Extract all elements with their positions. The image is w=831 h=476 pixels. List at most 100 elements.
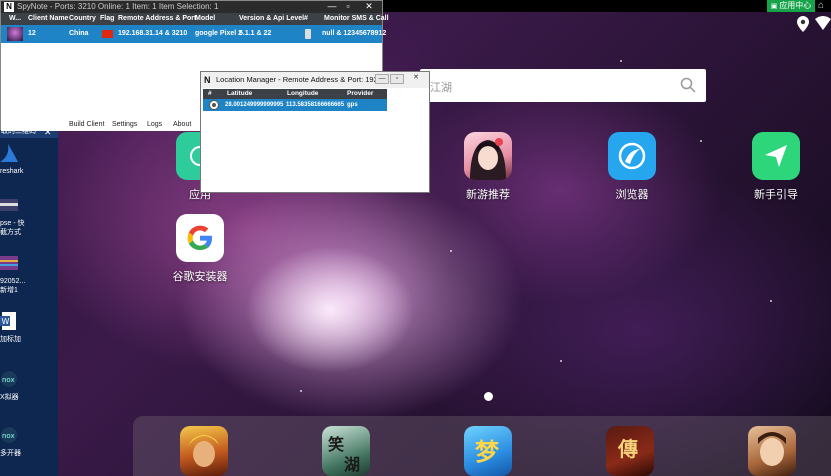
app-tile bbox=[176, 214, 224, 262]
column-header[interactable]: Country bbox=[69, 13, 96, 25]
close-button[interactable]: ✕ bbox=[409, 74, 423, 84]
maximize-button[interactable]: ▫ bbox=[340, 1, 356, 13]
star bbox=[620, 60, 622, 62]
column-header[interactable]: Provider bbox=[347, 89, 373, 99]
desktop-shortcut[interactable]: nox 多开器 bbox=[0, 426, 58, 458]
column-header[interactable]: # bbox=[304, 13, 308, 25]
menu-settings[interactable]: Settings bbox=[112, 119, 137, 131]
app-label: 浏览器 bbox=[615, 189, 649, 201]
menu-about[interactable]: About bbox=[173, 119, 191, 131]
status-bar bbox=[383, 0, 831, 12]
window-titlebar[interactable]: N SpyNote - Ports: 3210 Online: 1 Item: … bbox=[1, 1, 382, 13]
app-google-installer[interactable]: 谷歌安装器 bbox=[163, 214, 237, 284]
desktop-shortcut[interactable]: 92052... 新增1 bbox=[0, 254, 58, 295]
search-input[interactable]: 江湖 bbox=[430, 79, 452, 95]
browser-icon bbox=[618, 142, 646, 170]
app-label: 谷歌安装器 bbox=[172, 271, 228, 283]
column-header[interactable]: # bbox=[208, 89, 212, 99]
table-header: # Latitude Longitude Provider bbox=[203, 89, 387, 99]
dock-app-game-5[interactable] bbox=[748, 426, 796, 476]
dock-app-game-4[interactable]: 傳 bbox=[606, 426, 654, 476]
star bbox=[300, 390, 302, 392]
legend-logo-icon: 傳 bbox=[617, 437, 638, 461]
wallpaper-thumbnail bbox=[7, 27, 23, 41]
star bbox=[450, 250, 452, 252]
desktop-shortcut[interactable]: pse - 快 截方式 bbox=[0, 196, 58, 237]
game-girl-icon bbox=[470, 138, 506, 180]
dock-app-game-2[interactable]: 笑 湖 bbox=[322, 426, 370, 476]
shortcut-label: 92052... 新增1 bbox=[0, 278, 26, 294]
archive-icon bbox=[0, 256, 18, 270]
spynote-logo-icon: N bbox=[204, 75, 211, 85]
longitude-cell: 113.58358166666665 bbox=[286, 102, 345, 108]
table-header: W... Client Name Country Flag Remote Add… bbox=[1, 13, 389, 25]
column-header[interactable]: Model bbox=[195, 13, 215, 25]
shortcut-label: pse - 快 截方式 bbox=[0, 220, 25, 236]
app-center-icon: ▣ bbox=[770, 3, 778, 10]
shortcut-label: X拟器 bbox=[0, 394, 19, 401]
google-g-icon bbox=[187, 225, 212, 250]
china-flag-icon bbox=[102, 30, 113, 38]
app-beginner-guide[interactable]: 新手引导 bbox=[739, 132, 813, 202]
minimize-button[interactable]: — bbox=[375, 74, 389, 84]
svg-text:nox: nox bbox=[2, 432, 15, 440]
desktop-shortcut[interactable]: reshark bbox=[0, 144, 58, 176]
column-header[interactable]: Client Name bbox=[28, 13, 68, 25]
monitor-cell: null & 12345678912 bbox=[322, 30, 387, 37]
menu-build-client[interactable]: Build Client bbox=[69, 119, 104, 131]
shortcut-label: reshark bbox=[0, 168, 24, 175]
window-title: SpyNote - Ports: 3210 Online: 1 Item: 1 … bbox=[17, 2, 219, 11]
close-button[interactable]: ✕ bbox=[356, 1, 382, 13]
column-header[interactable]: Monitor SMS & Call bbox=[324, 13, 389, 25]
dock-app-game-3[interactable]: 梦 bbox=[464, 426, 512, 476]
desktop-shortcut[interactable]: W 加标加 bbox=[0, 312, 58, 344]
table-row[interactable]: 28.001249999999995 113.58358166666665 gp… bbox=[203, 99, 387, 111]
dream-logo-icon: 梦 bbox=[475, 438, 500, 466]
shortcut-label: 加标加 bbox=[0, 336, 21, 343]
star bbox=[770, 300, 772, 302]
column-header[interactable]: Remote Address & Port bbox=[118, 13, 196, 25]
table-row[interactable]: 12 China 192.168.31.14 & 3210 google Pix… bbox=[1, 25, 386, 43]
svg-text:梦: 梦 bbox=[475, 438, 500, 466]
remote-address-cell: 192.168.31.14 & 3210 bbox=[118, 30, 188, 37]
eclipse-icon bbox=[0, 199, 18, 211]
minimize-button[interactable]: — bbox=[324, 1, 340, 13]
app-label: 新手引导 bbox=[754, 189, 798, 201]
app-browser[interactable]: 浏览器 bbox=[595, 132, 669, 202]
column-header[interactable]: Longitude bbox=[287, 89, 318, 99]
version-cell: 5.1.1 & 22 bbox=[239, 30, 272, 37]
svg-text:傳: 傳 bbox=[617, 437, 638, 461]
column-header[interactable]: W... bbox=[9, 13, 21, 25]
client-name-cell: 12 bbox=[28, 30, 36, 37]
svg-text:湖: 湖 bbox=[344, 455, 360, 474]
restore-button[interactable]: ▫ bbox=[390, 74, 404, 84]
dock-app-game-1[interactable] bbox=[180, 426, 228, 476]
location-pin-icon bbox=[797, 16, 809, 32]
star bbox=[700, 140, 702, 142]
column-header[interactable]: Flag bbox=[100, 13, 114, 25]
search-bar[interactable]: 江湖 bbox=[420, 69, 706, 102]
search-icon[interactable] bbox=[680, 77, 696, 93]
emulator-icon: nox bbox=[1, 371, 17, 387]
svg-text:W: W bbox=[2, 317, 10, 326]
column-header[interactable]: Version & Api Level bbox=[239, 13, 304, 25]
app-tile bbox=[608, 132, 656, 180]
menu-logs[interactable]: Logs bbox=[147, 119, 162, 131]
calligraphy-icon: 笑 湖 bbox=[328, 435, 360, 474]
wireshark-fin-icon bbox=[0, 144, 18, 162]
warrior-icon bbox=[188, 435, 220, 467]
app-center-button[interactable]: ▣ 应用中心 bbox=[767, 0, 815, 12]
spynote-logo-icon: N bbox=[4, 2, 14, 12]
app-xinyou-tuijian[interactable]: 新游推荐 bbox=[451, 132, 525, 202]
hero-portrait-icon bbox=[758, 432, 786, 466]
wifi-icon bbox=[815, 16, 831, 30]
column-header[interactable]: Latitude bbox=[227, 89, 252, 99]
country-cell: China bbox=[69, 30, 89, 37]
app-tile bbox=[464, 132, 512, 180]
page-indicator-dot[interactable] bbox=[484, 392, 493, 401]
window-title: Location Manager - Remote Address & Port… bbox=[216, 75, 385, 84]
home-icon[interactable]: ⌂ bbox=[818, 0, 824, 12]
app-center-label: 应用中心 bbox=[779, 1, 812, 10]
desktop-shortcut[interactable]: nox X拟器 bbox=[0, 370, 58, 402]
gps-target-icon bbox=[209, 100, 219, 110]
